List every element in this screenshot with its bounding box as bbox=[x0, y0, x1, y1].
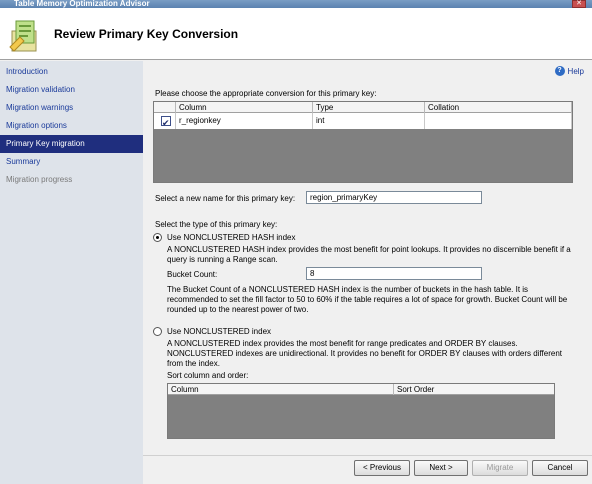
hash-index-radio[interactable] bbox=[153, 233, 162, 242]
column-header-type[interactable]: Type bbox=[313, 102, 425, 113]
nav-item-migration-warnings[interactable]: Migration warnings bbox=[0, 99, 143, 117]
key-type-label: Select the type of this primary key: bbox=[155, 220, 278, 229]
sort-order-grid[interactable]: Column Sort Order bbox=[167, 383, 555, 439]
nonclustered-index-description: A NONCLUSTERED index provides the most b… bbox=[167, 339, 562, 368]
grid-header: Column Type Collation bbox=[154, 102, 572, 113]
close-window-button[interactable]: ✕ bbox=[572, 0, 586, 8]
next-button[interactable]: Next > bbox=[414, 460, 468, 476]
cell-type: int bbox=[313, 113, 425, 129]
conversion-prompt: Please choose the appropriate conversion… bbox=[155, 89, 377, 98]
sort-grid-header: Column Sort Order bbox=[168, 384, 554, 395]
row-include-checkbox[interactable] bbox=[161, 115, 171, 131]
nonclustered-index-radio[interactable] bbox=[153, 327, 162, 336]
cancel-button[interactable]: Cancel bbox=[532, 460, 588, 476]
nav-item-migration-progress: Migration progress bbox=[6, 175, 73, 184]
nav-item-migration-options[interactable]: Migration options bbox=[0, 117, 143, 135]
nonclustered-index-option-label[interactable]: Use NONCLUSTERED index bbox=[167, 327, 271, 337]
cell-column: r_regionkey bbox=[176, 113, 313, 129]
grid-header-spacer bbox=[154, 102, 176, 113]
nav-item-summary[interactable]: Summary bbox=[0, 153, 143, 171]
conversion-grid[interactable]: Column Type Collation r_regionkey int bbox=[153, 101, 573, 183]
column-header-column[interactable]: Column bbox=[176, 102, 313, 113]
sort-column-label: Sort column and order: bbox=[167, 371, 249, 380]
nav-item-migration-validation[interactable]: Migration validation bbox=[0, 81, 143, 99]
main-content: ? Help Please choose the appropriate con… bbox=[143, 61, 592, 484]
help-label: Help bbox=[567, 66, 584, 76]
wizard-step-nav: Introduction Migration validation Migrat… bbox=[0, 61, 143, 484]
bucket-count-input[interactable]: 8 bbox=[306, 267, 482, 280]
column-header-collation[interactable]: Collation bbox=[425, 102, 572, 113]
title-bar: Table Memory Optimization Advisor ✕ bbox=[0, 0, 592, 8]
row-checkbox-cell bbox=[154, 113, 176, 131]
new-name-label: Select a new name for this primary key: bbox=[155, 194, 296, 203]
help-link[interactable]: ? Help bbox=[554, 66, 584, 76]
advisor-logo-icon bbox=[9, 20, 37, 52]
previous-button[interactable]: < Previous bbox=[354, 460, 410, 476]
wizard-header: Review Primary Key Conversion bbox=[0, 8, 592, 60]
sort-column-header-order[interactable]: Sort Order bbox=[394, 384, 554, 395]
nav-item-primary-key-migration[interactable]: Primary Key migration bbox=[0, 135, 143, 153]
migrate-button: Migrate bbox=[472, 460, 528, 476]
nav-item-introduction[interactable]: Introduction bbox=[0, 63, 143, 81]
cell-collation bbox=[425, 113, 572, 129]
window-title: Table Memory Optimization Advisor bbox=[14, 0, 150, 8]
bucket-count-note: The Bucket Count of a NONCLUSTERED HASH … bbox=[167, 285, 568, 314]
close-icon: ✕ bbox=[576, 0, 582, 7]
footer-divider bbox=[143, 455, 592, 456]
bucket-count-label: Bucket Count: bbox=[167, 270, 218, 279]
help-icon: ? bbox=[554, 66, 565, 76]
hash-index-option-label[interactable]: Use NONCLUSTERED HASH index bbox=[167, 233, 295, 243]
sort-column-header-column[interactable]: Column bbox=[168, 384, 394, 395]
primary-key-name-input[interactable]: region_primaryKey bbox=[306, 191, 482, 204]
table-row[interactable]: r_regionkey int bbox=[154, 113, 572, 131]
page-title: Review Primary Key Conversion bbox=[54, 27, 239, 41]
hash-index-description: A NONCLUSTERED HASH index provides the m… bbox=[167, 245, 571, 264]
